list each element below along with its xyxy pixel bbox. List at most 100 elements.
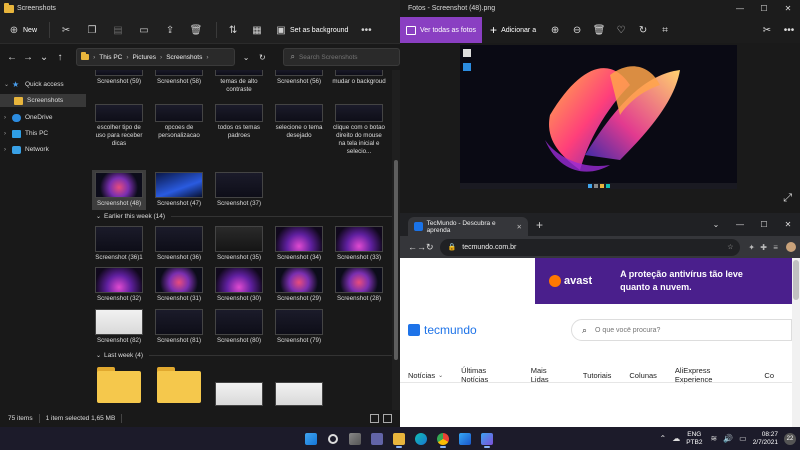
file-tile[interactable]: Screenshot (81) — [152, 309, 206, 345]
breadcrumb-pictures[interactable]: Pictures — [133, 54, 156, 61]
cut-icon[interactable]: ✂ — [60, 24, 72, 36]
photos-taskbar-button[interactable] — [476, 427, 498, 450]
expand-icon[interactable]: ⤢ — [783, 192, 792, 205]
new-button[interactable]: ⊕ New — [8, 24, 37, 36]
maximize-icon[interactable]: ☐ — [752, 220, 776, 229]
sort-icon[interactable]: ⇅ — [227, 24, 239, 36]
file-tile[interactable] — [272, 382, 326, 406]
lock-icon[interactable]: 🔒 — [448, 243, 457, 251]
file-tile[interactable]: Screenshot (56) — [272, 70, 326, 86]
zoom-in-icon[interactable]: ⊕ — [544, 25, 566, 36]
chevron-right-icon[interactable]: › — [4, 147, 12, 153]
start-button[interactable] — [300, 427, 322, 450]
file-tile[interactable]: Screenshot (79) — [272, 309, 326, 345]
extension-icon[interactable]: ✦ — [746, 243, 758, 252]
folder-tile[interactable] — [152, 367, 206, 403]
edit-tools-icon[interactable]: ✂ — [756, 25, 778, 36]
file-tile[interactable]: Screenshot (80) — [212, 309, 266, 345]
battery-icon[interactable]: ▭ — [739, 434, 747, 443]
search-button[interactable] — [322, 427, 344, 450]
share-icon[interactable]: ⇪ — [164, 24, 176, 36]
close-icon[interactable]: ✕ — [776, 220, 800, 229]
tab-search-icon[interactable]: ⌄ — [704, 220, 728, 229]
close-tab-icon[interactable]: ✕ — [517, 223, 522, 231]
media-icon[interactable]: ≡ — [770, 243, 782, 252]
clock[interactable]: 08:27 2/7/2021 — [753, 431, 778, 446]
chevron-down-icon[interactable]: ⌄ — [4, 81, 12, 88]
chevron-down-icon[interactable]: ⌄ — [96, 213, 101, 220]
minimize-icon[interactable]: — — [728, 4, 752, 13]
language-indicator[interactable]: ENG PTB2 — [686, 431, 702, 446]
chevron-right-icon[interactable]: › — [4, 131, 12, 137]
file-tile[interactable]: clique com o botao direito do mouse na t… — [332, 104, 386, 156]
recent-locations-icon[interactable]: ⌄ — [38, 50, 50, 64]
scrollbar-thumb[interactable] — [394, 160, 398, 360]
set-as-background-button[interactable]: ▣ Set as background — [275, 24, 348, 36]
file-tile[interactable]: mudar o backgroud — [332, 70, 386, 86]
tecmundo-logo[interactable]: tecmundo — [408, 323, 477, 337]
close-icon[interactable]: ✕ — [776, 4, 800, 13]
file-tile[interactable]: Screenshot (82) — [92, 309, 146, 345]
rename-icon[interactable]: ▭ — [138, 24, 150, 36]
address-dropdown-icon[interactable]: ⌄ — [241, 48, 251, 66]
nav-network[interactable]: › Network — [0, 143, 86, 156]
nav-onedrive[interactable]: › OneDrive — [0, 111, 86, 124]
search-box[interactable]: ⌕ — [283, 48, 400, 66]
file-tile[interactable]: Screenshot (35) — [212, 226, 266, 262]
file-tile[interactable]: Screenshot (30) — [212, 267, 266, 303]
bookmark-star-icon[interactable]: ☆ — [727, 243, 733, 251]
avatar[interactable] — [785, 242, 796, 252]
favorite-heart-icon[interactable]: ♡ — [610, 25, 632, 36]
forward-arrow-icon[interactable]: → — [22, 50, 34, 64]
edge-taskbar-button[interactable] — [410, 427, 432, 450]
puzzle-icon[interactable]: ✚ — [758, 243, 770, 252]
file-tile-selected[interactable]: Screenshot (48) — [92, 170, 146, 210]
folder-tile[interactable] — [92, 367, 146, 403]
maximize-icon[interactable]: ☐ — [752, 4, 776, 13]
avast-ad-banner[interactable]: avast A proteção antivírus tão leve quan… — [535, 258, 792, 304]
store-taskbar-button[interactable] — [454, 427, 476, 450]
address-bar[interactable]: › This PC › Pictures › Screenshots › — [76, 48, 235, 66]
chevron-right-icon[interactable]: › — [4, 115, 12, 121]
file-tile[interactable]: Screenshot (58) — [152, 70, 206, 86]
nav-quick-access[interactable]: ⌄ ★ Quick access — [0, 78, 86, 91]
notification-badge[interactable]: 22 — [784, 432, 796, 445]
breadcrumb-screenshots[interactable]: Screenshots — [166, 54, 202, 61]
volume-icon[interactable]: 🔊 — [723, 434, 733, 443]
file-tile[interactable]: Screenshot (36) — [152, 226, 206, 262]
group-header-last-week[interactable]: ⌄ Last week (4) — [96, 352, 396, 359]
add-to-button[interactable]: + Adicionar a — [490, 23, 536, 37]
delete-icon[interactable]: 🗑 — [588, 25, 610, 36]
cloud-icon[interactable]: ☁ — [672, 434, 680, 443]
file-explorer-taskbar-button[interactable] — [388, 427, 410, 450]
more-options-icon[interactable]: ••• — [360, 24, 372, 36]
file-tile[interactable]: escolher tipo de uso para receber dicas — [92, 104, 146, 148]
file-tile[interactable]: Screenshot (59) — [92, 70, 146, 86]
nav-this-pc[interactable]: › This PC — [0, 127, 86, 140]
view-all-photos-button[interactable]: Ver todas as fotos — [400, 17, 483, 43]
new-tab-icon[interactable]: + — [536, 217, 543, 236]
view-icon[interactable]: ▦ — [251, 24, 263, 36]
chat-button[interactable] — [366, 427, 388, 450]
task-view-button[interactable] — [344, 427, 366, 450]
scrollbar-thumb[interactable] — [793, 260, 799, 300]
explorer-scrollbar[interactable] — [392, 70, 400, 410]
reload-icon[interactable]: ↻ — [426, 242, 434, 253]
file-tile[interactable]: Screenshot (32) — [92, 267, 146, 303]
minimize-icon[interactable]: — — [728, 220, 752, 229]
chevron-down-icon[interactable]: ⌄ — [96, 352, 101, 359]
menu-kebab-icon[interactable]: ⋮ — [796, 243, 800, 252]
address-bar[interactable]: 🔒 tecmundo.com.br ☆ — [439, 238, 740, 256]
rotate-icon[interactable]: ↻ — [632, 25, 654, 36]
zoom-out-icon[interactable]: ⊖ — [566, 25, 588, 36]
paste-icon[interactable]: ▤ — [112, 24, 124, 36]
file-tile[interactable]: selecione o tema desejado — [272, 104, 326, 140]
copy-icon[interactable]: ❐ — [86, 24, 98, 36]
wifi-icon[interactable]: ≋ — [710, 434, 717, 443]
file-tile[interactable]: Screenshot (28) — [332, 267, 386, 303]
browser-tab[interactable]: TecMundo - Descubra e aprenda ✕ — [408, 217, 528, 236]
chevron-up-icon[interactable]: ⌃ — [659, 434, 666, 443]
file-tile[interactable]: Screenshot (47) — [152, 172, 206, 208]
crop-icon[interactable]: ⌗ — [654, 25, 676, 36]
site-search[interactable]: ⌕ — [571, 319, 792, 341]
